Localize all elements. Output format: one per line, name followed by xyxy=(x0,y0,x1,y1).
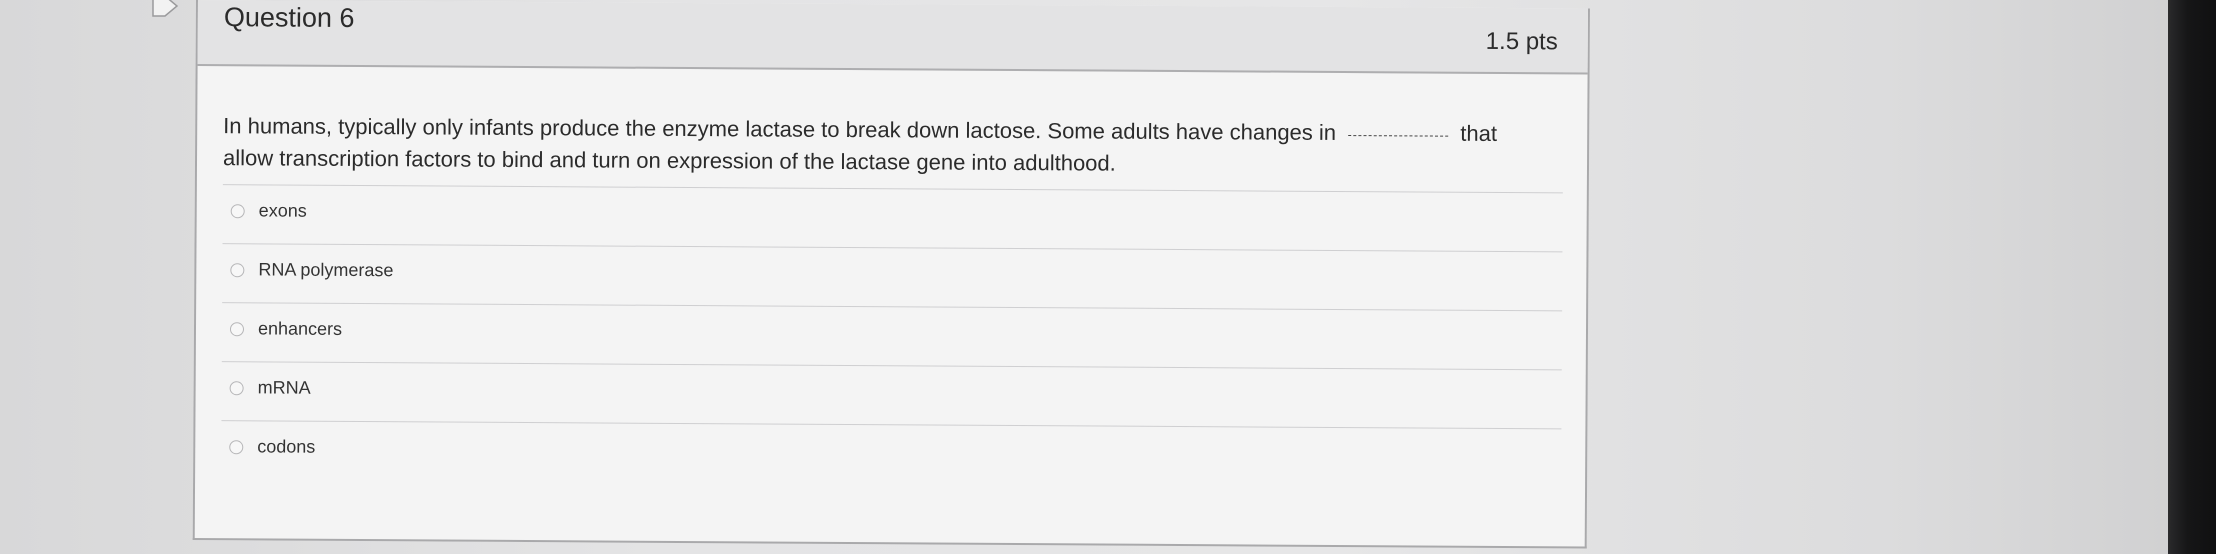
answer-option[interactable]: enhancers xyxy=(221,302,1563,370)
radio-button[interactable] xyxy=(229,440,244,455)
fill-in-blank xyxy=(1348,135,1449,137)
answer-option[interactable]: mRNA xyxy=(221,361,1562,429)
question-text-part3: allow transcription factors to bind and … xyxy=(222,145,1116,176)
answer-label[interactable]: RNA polymerase xyxy=(258,259,393,281)
answer-option[interactable]: codons xyxy=(221,420,1562,488)
answer-label[interactable]: exons xyxy=(259,200,307,221)
answer-label[interactable]: mRNA xyxy=(258,377,311,398)
question-text: In humans, typically only infants produc… xyxy=(223,110,1563,182)
question-text-part2: that xyxy=(1460,120,1498,146)
answer-list: exons RNA polymerase enhancers mRNA codo… xyxy=(221,184,1563,488)
bookmark-icon[interactable] xyxy=(152,0,178,20)
question-points: 1.5 pts xyxy=(1485,27,1558,56)
radio-button[interactable] xyxy=(230,263,245,278)
question-header: Question 6 1.5 pts xyxy=(197,0,1588,75)
answer-option[interactable]: exons xyxy=(222,184,1563,252)
radio-button[interactable] xyxy=(229,322,245,337)
radio-button[interactable] xyxy=(230,204,245,219)
question-title: Question 6 xyxy=(223,2,355,33)
question-text-part1: In humans, typically only infants produc… xyxy=(223,113,1337,145)
monitor-bezel xyxy=(2168,0,2216,554)
answer-option[interactable]: RNA polymerase xyxy=(222,243,1563,311)
question-card: Question 6 1.5 pts In humans, typically … xyxy=(192,0,1590,549)
answer-label[interactable]: codons xyxy=(257,436,315,457)
answer-label[interactable]: enhancers xyxy=(258,318,342,340)
radio-button[interactable] xyxy=(229,381,244,396)
